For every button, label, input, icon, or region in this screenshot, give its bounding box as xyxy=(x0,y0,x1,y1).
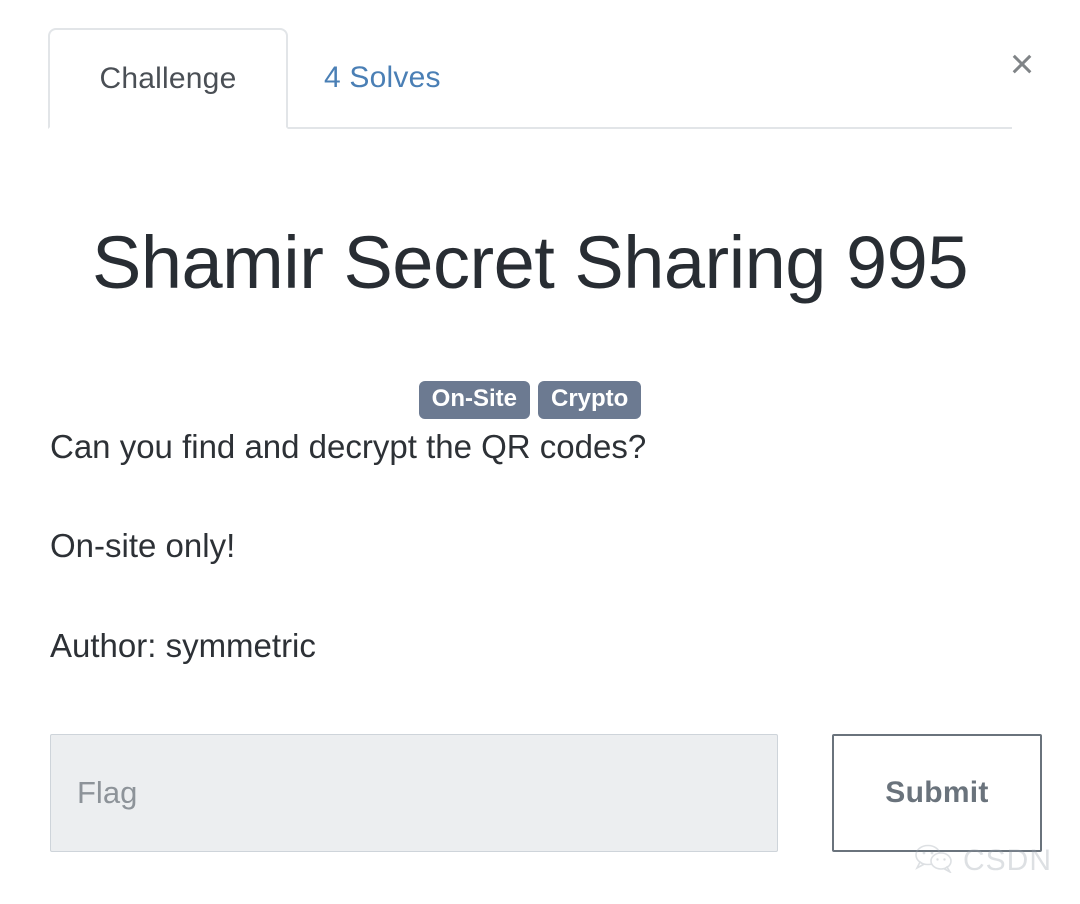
tab-solves[interactable]: 4 Solves xyxy=(288,26,477,127)
flag-submit-row: Submit xyxy=(50,734,1042,852)
tag-list: On-Site Crypto xyxy=(50,381,1010,420)
close-icon[interactable]: × xyxy=(996,38,1048,90)
tab-challenge[interactable]: Challenge xyxy=(48,28,288,129)
tab-bar: Challenge 4 Solves xyxy=(48,28,1012,129)
tab-challenge-label: Challenge xyxy=(99,61,237,95)
page-title: Shamir Secret Sharing 995 xyxy=(92,220,968,304)
challenge-description: Can you find and decrypt the QR codes? O… xyxy=(50,426,1010,666)
tag-crypto[interactable]: Crypto xyxy=(538,381,642,420)
tab-solves-label: 4 Solves xyxy=(324,60,441,94)
description-line-question: Can you find and decrypt the QR codes? xyxy=(50,428,647,465)
challenge-modal: Challenge 4 Solves × Shamir Secret Shari… xyxy=(0,0,1080,904)
flag-input[interactable] xyxy=(50,734,778,852)
submit-button[interactable]: Submit xyxy=(832,734,1042,852)
description-line-author: Author: symmetric xyxy=(50,626,316,664)
tag-on-site[interactable]: On-Site xyxy=(418,381,530,420)
description-line-onsite: On-site only! xyxy=(50,527,236,565)
close-glyph: × xyxy=(1009,40,1035,87)
